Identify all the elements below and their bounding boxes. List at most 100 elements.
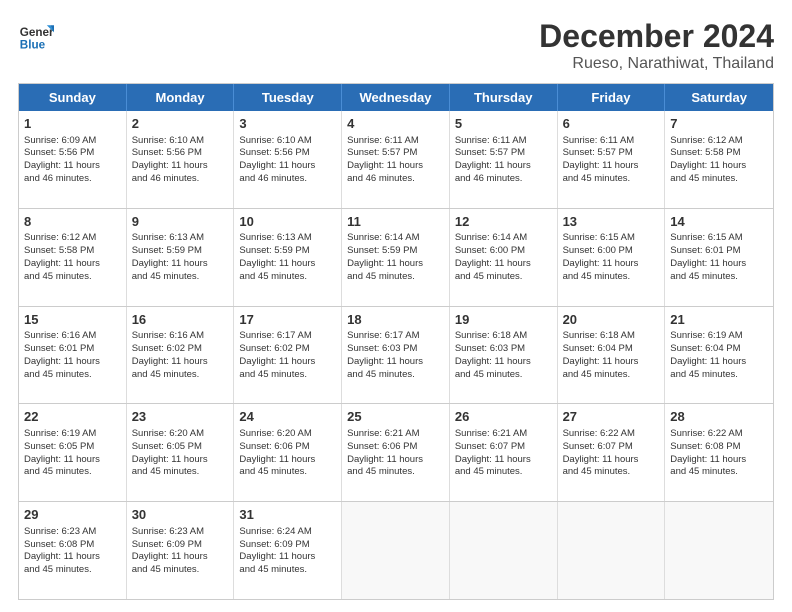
svg-text:General: General <box>20 26 54 39</box>
calendar-cell: 27 Sunrise: 6:22 AMSunset: 6:07 PMDayligh… <box>558 404 666 501</box>
calendar: Sunday Monday Tuesday Wednesday Thursday… <box>18 83 774 600</box>
calendar-cell: 11Sunrise: 6:14 AMSunset: 5:59 PMDayligh… <box>342 209 450 306</box>
sun-info: Sunrise: 6:19 AMSunset: 6:05 PMDaylight:… <box>24 428 100 477</box>
calendar-week-3: 15Sunrise: 6:16 AMSunset: 6:01 PMDayligh… <box>19 306 773 404</box>
calendar-body: 1Sunrise: 6:09 AMSunset: 5:56 PMDaylight… <box>19 111 773 599</box>
header-monday: Monday <box>127 84 235 111</box>
header-wednesday: Wednesday <box>342 84 450 111</box>
header-saturday: Saturday <box>665 84 773 111</box>
header-sunday: Sunday <box>19 84 127 111</box>
calendar-cell: 23Sunrise: 6:20 AMSunset: 6:05 PMDayligh… <box>127 404 235 501</box>
calendar-cell: 26Sunrise: 6:21 AMSunset: 6:07 PMDayligh… <box>450 404 558 501</box>
day-number: 7 <box>670 115 768 133</box>
sun-info: Sunrise: 6:09 AMSunset: 5:56 PMDaylight:… <box>24 135 100 184</box>
header-friday: Friday <box>558 84 666 111</box>
calendar-cell <box>558 502 666 599</box>
sun-info: Sunrise: 6:14 AMSunset: 5:59 PMDaylight:… <box>347 232 423 281</box>
sun-info: Sunrise: 6:21 AMSunset: 6:07 PMDaylight:… <box>455 428 531 477</box>
day-number: 16 <box>132 311 229 329</box>
calendar-cell <box>342 502 450 599</box>
sun-info: Sunrise: 6:11 AMSunset: 5:57 PMDaylight:… <box>347 135 423 184</box>
calendar-cell: 10Sunrise: 6:13 AMSunset: 5:59 PMDayligh… <box>234 209 342 306</box>
day-number: 20 <box>563 311 660 329</box>
calendar-cell: 25 Sunrise: 6:21 AMSunset: 6:06 PMDayligh… <box>342 404 450 501</box>
calendar-cell: 17Sunrise: 6:17 AMSunset: 6:02 PMDayligh… <box>234 307 342 404</box>
calendar-cell: 2Sunrise: 6:10 AMSunset: 5:56 PMDaylight… <box>127 111 235 208</box>
sun-info: Sunrise: 6:23 AMSunset: 6:08 PMDaylight:… <box>24 526 100 575</box>
calendar-cell: 9Sunrise: 6:13 AMSunset: 5:59 PMDaylight… <box>127 209 235 306</box>
month-title: December 2024 <box>539 18 774 55</box>
day-number: 15 <box>24 311 121 329</box>
calendar-week-4: 22 Sunrise: 6:19 AMSunset: 6:05 PMDayligh… <box>19 403 773 501</box>
header-tuesday: Tuesday <box>234 84 342 111</box>
logo-icon: General Blue <box>18 18 54 54</box>
calendar-cell: 1Sunrise: 6:09 AMSunset: 5:56 PMDaylight… <box>19 111 127 208</box>
day-number: 11 <box>347 213 444 231</box>
day-number: 27 <box>563 408 660 426</box>
day-number: 23 <box>132 408 229 426</box>
sun-info: Sunrise: 6:14 AMSunset: 6:00 PMDaylight:… <box>455 232 531 281</box>
sun-info: Sunrise: 6:16 AMSunset: 6:01 PMDaylight:… <box>24 330 100 379</box>
sun-info: Sunrise: 6:21 AMSunset: 6:06 PMDaylight:… <box>347 428 423 477</box>
day-number: 5 <box>455 115 552 133</box>
calendar-cell: 22 Sunrise: 6:19 AMSunset: 6:05 PMDayligh… <box>19 404 127 501</box>
calendar-week-5: 29 Sunrise: 6:23 AMSunset: 6:08 PMDayligh… <box>19 501 773 599</box>
calendar-cell: 16Sunrise: 6:16 AMSunset: 6:02 PMDayligh… <box>127 307 235 404</box>
day-number: 9 <box>132 213 229 231</box>
sun-info: Sunrise: 6:17 AMSunset: 6:02 PMDaylight:… <box>239 330 315 379</box>
sun-info: Sunrise: 6:24 AMSunset: 6:09 PMDaylight:… <box>239 526 315 575</box>
day-number: 29 <box>24 506 121 524</box>
sun-info: Sunrise: 6:13 AMSunset: 5:59 PMDaylight:… <box>239 232 315 281</box>
sun-info: Sunrise: 6:10 AMSunset: 5:56 PMDaylight:… <box>132 135 208 184</box>
sun-info: Sunrise: 6:15 AMSunset: 6:00 PMDaylight:… <box>563 232 639 281</box>
calendar-cell: 21Sunrise: 6:19 AMSunset: 6:04 PMDayligh… <box>665 307 773 404</box>
calendar-cell: 3 Sunrise: 6:10 AMSunset: 5:56 PMDaylight… <box>234 111 342 208</box>
calendar-cell: 14Sunrise: 6:15 AMSunset: 6:01 PMDayligh… <box>665 209 773 306</box>
sun-info: Sunrise: 6:15 AMSunset: 6:01 PMDaylight:… <box>670 232 746 281</box>
calendar-cell: 28 Sunrise: 6:22 AMSunset: 6:08 PMDayligh… <box>665 404 773 501</box>
day-number: 6 <box>563 115 660 133</box>
calendar-cell <box>450 502 558 599</box>
sun-info: Sunrise: 6:22 AMSunset: 6:08 PMDaylight:… <box>670 428 746 477</box>
calendar-cell: 30 Sunrise: 6:23 AMSunset: 6:09 PMDayligh… <box>127 502 235 599</box>
day-number: 19 <box>455 311 552 329</box>
day-number: 25 <box>347 408 444 426</box>
calendar-cell: 18Sunrise: 6:17 AMSunset: 6:03 PMDayligh… <box>342 307 450 404</box>
sun-info: Sunrise: 6:19 AMSunset: 6:04 PMDaylight:… <box>670 330 746 379</box>
day-number: 30 <box>132 506 229 524</box>
day-number: 13 <box>563 213 660 231</box>
calendar-cell: 15Sunrise: 6:16 AMSunset: 6:01 PMDayligh… <box>19 307 127 404</box>
sun-info: Sunrise: 6:16 AMSunset: 6:02 PMDaylight:… <box>132 330 208 379</box>
day-number: 3 <box>239 115 336 133</box>
calendar-cell: 4 Sunrise: 6:11 AMSunset: 5:57 PMDaylight… <box>342 111 450 208</box>
day-number: 4 <box>347 115 444 133</box>
sun-info: Sunrise: 6:18 AMSunset: 6:03 PMDaylight:… <box>455 330 531 379</box>
sun-info: Sunrise: 6:23 AMSunset: 6:09 PMDaylight:… <box>132 526 208 575</box>
svg-text:Blue: Blue <box>20 39 46 52</box>
sun-info: Sunrise: 6:20 AMSunset: 6:06 PMDaylight:… <box>239 428 315 477</box>
day-number: 10 <box>239 213 336 231</box>
day-number: 8 <box>24 213 121 231</box>
day-number: 17 <box>239 311 336 329</box>
calendar-cell: 12Sunrise: 6:14 AMSunset: 6:00 PMDayligh… <box>450 209 558 306</box>
calendar-week-1: 1Sunrise: 6:09 AMSunset: 5:56 PMDaylight… <box>19 111 773 208</box>
calendar-cell: 5 Sunrise: 6:11 AMSunset: 5:57 PMDaylight… <box>450 111 558 208</box>
day-number: 28 <box>670 408 768 426</box>
sun-info: Sunrise: 6:22 AMSunset: 6:07 PMDaylight:… <box>563 428 639 477</box>
location-subtitle: Rueso, Narathiwat, Thailand <box>539 55 774 73</box>
calendar-cell: 8Sunrise: 6:12 AMSunset: 5:58 PMDaylight… <box>19 209 127 306</box>
sun-info: Sunrise: 6:17 AMSunset: 6:03 PMDaylight:… <box>347 330 423 379</box>
calendar-cell: 24 Sunrise: 6:20 AMSunset: 6:06 PMDayligh… <box>234 404 342 501</box>
day-number: 21 <box>670 311 768 329</box>
title-block: December 2024 Rueso, Narathiwat, Thailan… <box>539 18 774 73</box>
sun-info: Sunrise: 6:10 AMSunset: 5:56 PMDaylight:… <box>239 135 315 184</box>
calendar-cell <box>665 502 773 599</box>
sun-info: Sunrise: 6:18 AMSunset: 6:04 PMDaylight:… <box>563 330 639 379</box>
day-number: 22 <box>24 408 121 426</box>
sun-info: Sunrise: 6:11 AMSunset: 5:57 PMDaylight:… <box>455 135 531 184</box>
calendar-week-2: 8Sunrise: 6:12 AMSunset: 5:58 PMDaylight… <box>19 208 773 306</box>
header-thursday: Thursday <box>450 84 558 111</box>
calendar-cell: 7Sunrise: 6:12 AMSunset: 5:58 PMDaylight… <box>665 111 773 208</box>
calendar-cell: 19Sunrise: 6:18 AMSunset: 6:03 PMDayligh… <box>450 307 558 404</box>
day-number: 24 <box>239 408 336 426</box>
